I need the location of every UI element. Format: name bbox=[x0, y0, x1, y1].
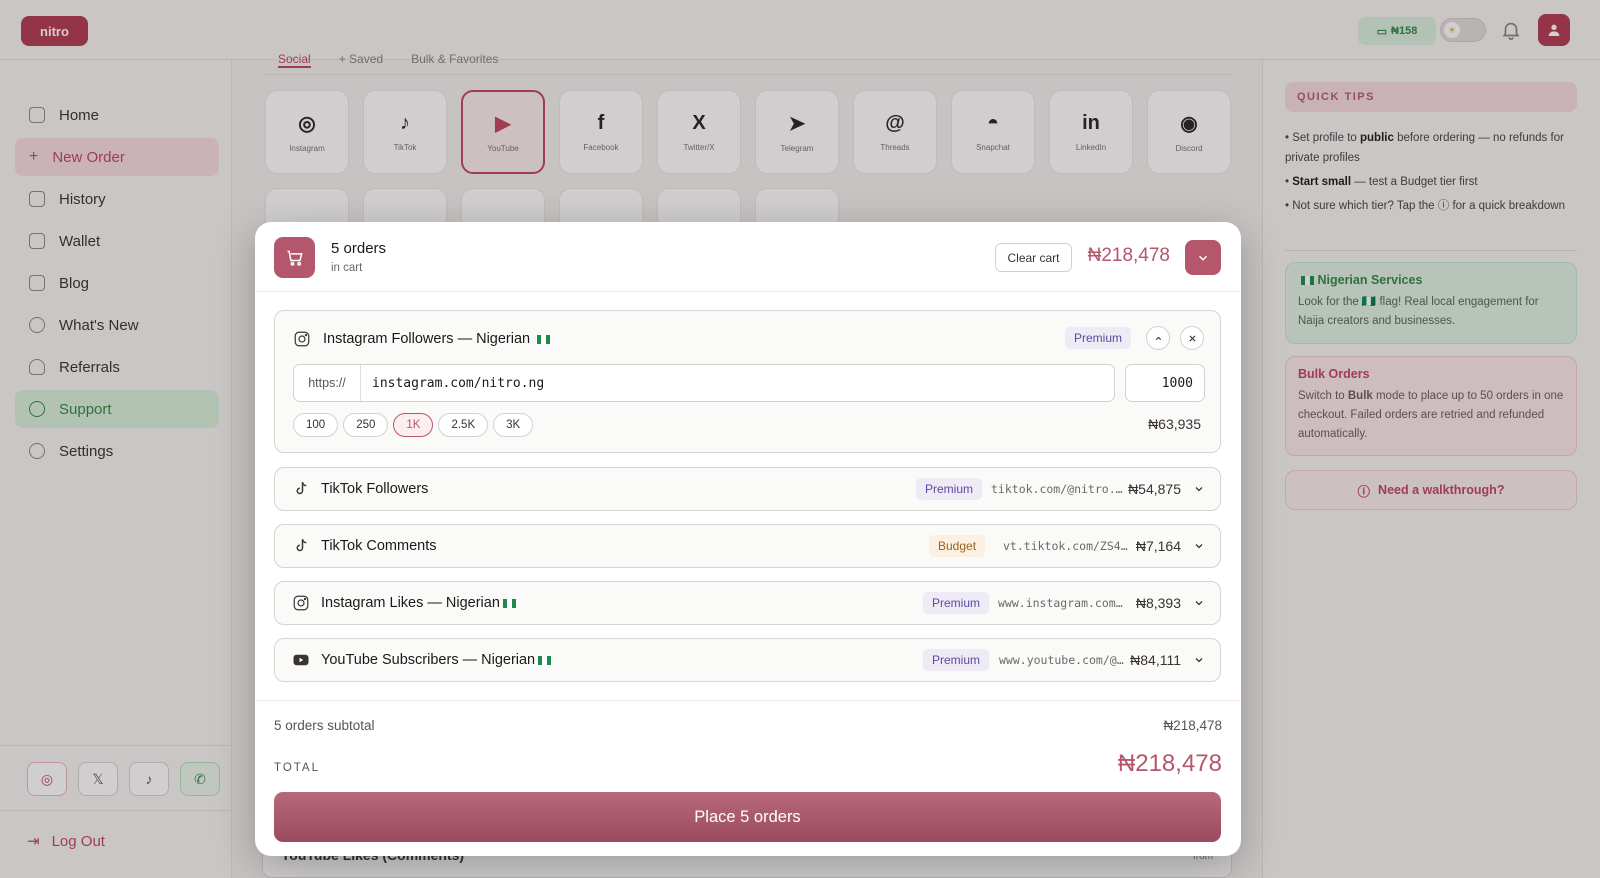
cart-item-row[interactable]: TikTok Followers Premium tiktok.com/@nit… bbox=[274, 467, 1221, 511]
cart-subtitle: in cart bbox=[331, 262, 363, 274]
quantity-chip[interactable]: 2.5K bbox=[438, 413, 489, 437]
cart-item-row[interactable]: TikTok Comments Budget vt.tiktok.com/ZS4… bbox=[274, 524, 1221, 568]
quantity-chip[interactable]: 3K bbox=[493, 413, 534, 437]
cart-item-price: ₦84,111 bbox=[1130, 652, 1181, 668]
cart-item-row[interactable]: Instagram Likes — Nigerian Premium www.i… bbox=[274, 581, 1221, 625]
cart-item-row[interactable]: YouTube Subscribers — Nigerian Premium w… bbox=[274, 638, 1221, 682]
subtotal-label: 5 orders subtotal bbox=[274, 718, 375, 733]
tiktok-icon bbox=[296, 482, 307, 495]
tier-badge: Premium bbox=[923, 592, 990, 614]
cart-item-url: vt.tiktok.com/ZS4nX2 bbox=[1003, 539, 1129, 553]
cart-item-name-text: Instagram Followers — Nigerian bbox=[323, 331, 531, 347]
quantity-chip-selected[interactable]: 1K bbox=[393, 413, 434, 437]
tier-badge: Premium bbox=[1065, 327, 1132, 349]
nigeria-flag-icon bbox=[538, 655, 552, 665]
chevron-down-icon bbox=[1195, 487, 1203, 492]
cart-item-price: ₦63,935 bbox=[1148, 416, 1201, 432]
cart-header: 5 orders in cart Clear cart ₦218,478 bbox=[255, 222, 1241, 292]
quantity-chip[interactable]: 250 bbox=[343, 413, 389, 437]
cart-item-url: www.youtube.com/@nitro bbox=[999, 653, 1125, 667]
link-input[interactable] bbox=[361, 365, 1114, 401]
tier-badge: Budget bbox=[929, 535, 986, 557]
instagram-icon bbox=[293, 595, 309, 611]
cart-item-url: tiktok.com/@nitro.ng bbox=[991, 482, 1125, 496]
cart-item-url: www.instagram.com/p/C bbox=[998, 596, 1124, 610]
tier-badge: Premium bbox=[923, 649, 990, 671]
cart-item-price: ₦54,875 bbox=[1128, 481, 1181, 497]
close-icon bbox=[1188, 334, 1196, 342]
cart-item-expanded: Instagram Followers — Nigerian Premium h… bbox=[274, 310, 1221, 453]
clear-cart-button[interactable]: Clear cart bbox=[995, 243, 1072, 272]
total-label: TOTAL bbox=[274, 762, 320, 774]
cart-item-name: Instagram Likes — Nigerian bbox=[321, 595, 516, 611]
tier-badge: Premium bbox=[916, 478, 983, 500]
nigeria-flag-icon bbox=[537, 334, 551, 344]
chevron-down-icon bbox=[1195, 658, 1203, 663]
total-value: ₦218,478 bbox=[1117, 750, 1222, 777]
cart-modal: 5 orders in cart Clear cart ₦218,478 Ins… bbox=[255, 222, 1241, 856]
chevron-up-icon bbox=[1155, 336, 1161, 340]
footer-divider bbox=[255, 700, 1241, 701]
youtube-icon bbox=[293, 654, 309, 666]
cart-icon bbox=[274, 237, 315, 278]
cart-item-price: ₦7,164 bbox=[1135, 538, 1181, 554]
place-orders-button[interactable]: Place 5 orders bbox=[274, 792, 1221, 842]
chevron-down-icon bbox=[1195, 544, 1203, 549]
remove-item-button[interactable] bbox=[1180, 326, 1204, 350]
cart-item-price: ₦8,393 bbox=[1135, 595, 1181, 611]
subtotal-value: ₦218,478 bbox=[1163, 718, 1222, 733]
link-field: https:// bbox=[293, 364, 1115, 402]
cart-title: 5 orders bbox=[331, 240, 387, 257]
cart-item-name: TikTok Comments bbox=[321, 538, 437, 554]
instagram-icon bbox=[294, 331, 310, 347]
collapse-item-button[interactable] bbox=[1146, 326, 1170, 350]
cart-item-name: Instagram Followers — Nigerian bbox=[323, 331, 551, 347]
cart-header-total: ₦218,478 bbox=[1087, 245, 1170, 266]
collapse-cart-button[interactable] bbox=[1185, 240, 1221, 275]
quantity-presets: 100 250 1K 2.5K 3K bbox=[293, 413, 534, 437]
chevron-down-icon bbox=[1195, 601, 1203, 606]
cart-item-name: TikTok Followers bbox=[321, 481, 429, 497]
chevron-down-icon bbox=[1198, 255, 1208, 261]
cart-item-name: YouTube Subscribers — Nigerian bbox=[321, 652, 552, 668]
tiktok-icon bbox=[296, 539, 307, 552]
quantity-input[interactable] bbox=[1125, 364, 1205, 402]
cart-item-name-text: Instagram Likes — Nigerian bbox=[321, 595, 500, 611]
quantity-chip[interactable]: 100 bbox=[293, 413, 339, 437]
url-prefix: https:// bbox=[294, 365, 361, 401]
cart-item-name-text: YouTube Subscribers — Nigerian bbox=[321, 652, 536, 668]
nigeria-flag-icon bbox=[502, 598, 516, 608]
